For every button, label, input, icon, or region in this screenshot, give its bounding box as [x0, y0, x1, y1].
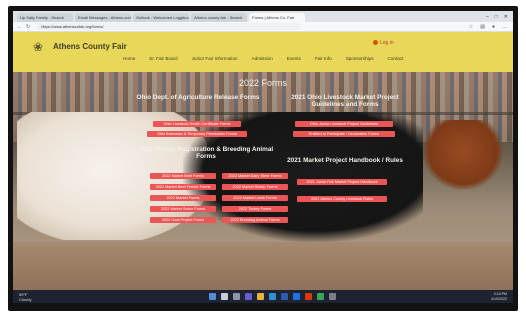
window-controls: – □ ✕: [486, 13, 513, 22]
maximize-icon[interactable]: □: [495, 13, 498, 22]
form-link[interactable]: Entitled to Participate / Declaration Fo…: [293, 131, 395, 137]
form-link[interactable]: 2021 Athens County Livestock Rules: [297, 196, 387, 202]
browser-tab[interactable]: Athens county fair - Search: [191, 13, 247, 22]
screen: Up Sally Family - Search Email Messages …: [13, 11, 513, 303]
system-clock[interactable]: 3:18 PM 4/19/2022: [491, 292, 507, 301]
nav-item-home[interactable]: Home: [123, 56, 135, 61]
login-label: Log in: [380, 40, 394, 46]
page-title: 2022 Forms: [238, 78, 288, 88]
browser-tab-active[interactable]: Forms | Athens Co. Fair: [249, 13, 305, 22]
edge-icon[interactable]: [269, 293, 276, 300]
nav-item-fair-info[interactable]: Fair Info: [315, 56, 332, 61]
file-explorer-icon[interactable]: [257, 293, 264, 300]
form-link[interactable]: 2022 Market Swine Forms: [150, 206, 216, 212]
form-link[interactable]: 2022 Market Beef Feeder Forms: [150, 184, 216, 190]
chat-icon[interactable]: [245, 293, 252, 300]
form-link[interactable]: 2022 Goat Project Forms: [150, 217, 216, 223]
hero-banner: 2022 Forms Ohio Dept. of Agriculture Rel…: [13, 72, 513, 290]
task-view-icon[interactable]: [233, 293, 240, 300]
main-nav: Home Sr. Fair Board Junior Fair Informat…: [123, 56, 403, 61]
windows-taskbar: 59°F Cloudy 3:18 PM 4/19/2022: [13, 290, 513, 303]
nav-item-contact[interactable]: Contact: [388, 56, 404, 61]
form-link[interactable]: 2022 Market Forms: [150, 195, 216, 201]
site-title[interactable]: Athens County Fair: [53, 42, 127, 51]
section-heading-market-registration: 2022 Market Registration & Breeding Anim…: [138, 146, 274, 161]
collections-icon[interactable]: ▤: [480, 24, 485, 30]
section-heading-livestock-guidelines: 2021 Ohio Livestock Market Project Guide…: [291, 94, 399, 109]
taskbar-apps: [209, 293, 336, 300]
form-link[interactable]: Ohio Junior Livestock Project Guidelines: [295, 121, 393, 127]
login-link[interactable]: Log in: [373, 40, 394, 46]
search-icon[interactable]: [221, 293, 228, 300]
form-link[interactable]: 2022 Turkey Forms: [222, 206, 288, 212]
section-heading-oda: Ohio Dept. of Agriculture Release Forms: [136, 94, 260, 101]
start-icon[interactable]: [209, 293, 216, 300]
nav-item-events[interactable]: Events: [287, 56, 301, 61]
weather-desc: Cloudy: [19, 296, 32, 302]
browser-tab[interactable]: Up Sally Family - Search: [17, 13, 73, 22]
back-icon[interactable]: ←: [17, 24, 22, 30]
office-icon[interactable]: [305, 293, 312, 300]
section-heading-handbook: 2021 Market Project Handbook / Rules: [287, 157, 403, 164]
settings-icon[interactable]: [329, 293, 336, 300]
star-icon[interactable]: ☆: [469, 24, 473, 30]
refresh-icon[interactable]: ↻: [26, 24, 30, 30]
form-link[interactable]: 2021 Junior Fair Market Project Handbook: [297, 179, 387, 185]
profile-icon[interactable]: ●: [492, 24, 495, 30]
clock-time: 3:18 PM: [493, 292, 507, 296]
forms-overlay: 2022 Forms Ohio Dept. of Agriculture Rel…: [13, 72, 513, 290]
url-field[interactable]: https://www.athenscofair.org/forms/: [36, 23, 302, 30]
form-link[interactable]: 2022 Market Beef Forms: [150, 173, 216, 179]
nav-item-fair-board[interactable]: Sr. Fair Board: [149, 56, 177, 61]
site-header: ❀ Athens County Fair Log in Home Sr. Fai…: [13, 32, 513, 72]
mail-icon[interactable]: [293, 293, 300, 300]
store-icon[interactable]: [281, 293, 288, 300]
app-icon[interactable]: [317, 293, 324, 300]
form-link[interactable]: Ohio Livestock Health Certificate Forms: [153, 121, 241, 127]
form-link[interactable]: 2022 Breeding Animal Forms: [222, 217, 288, 223]
menu-icon[interactable]: …: [502, 24, 507, 30]
form-link[interactable]: 2022 Market Dairy Steer Forms: [222, 173, 288, 179]
nav-item-admission[interactable]: Admission: [252, 56, 273, 61]
browser-tab-bar: Up Sally Family - Search Email Messages …: [13, 11, 513, 22]
minimize-icon[interactable]: –: [486, 13, 489, 22]
address-bar: ← ↻ https://www.athenscofair.org/forms/ …: [13, 22, 513, 32]
browser-toolbar: ☆ ▤ ● …: [469, 24, 513, 30]
clock-date: 4/19/2022: [491, 296, 507, 301]
browser-tab[interactable]: Outlook - Welcomed Loggibook: [133, 13, 189, 22]
user-icon: [373, 40, 378, 46]
form-link[interactable]: 2022 Market Sheep Forms: [222, 184, 288, 190]
form-link[interactable]: Ohio Extension & Temporary Permission Fo…: [147, 131, 247, 137]
nav-item-junior-fair[interactable]: Junior Fair Information: [192, 56, 238, 61]
nav-item-sponsorships[interactable]: Sponsorships: [346, 56, 374, 61]
fair-logo-icon[interactable]: ❀: [33, 40, 43, 54]
monitor-frame: Up Sally Family - Search Email Messages …: [8, 6, 518, 311]
form-link[interactable]: 2022 Market Lamb Forms: [222, 195, 288, 201]
weather-widget[interactable]: 59°F Cloudy: [19, 292, 31, 302]
browser-tab[interactable]: Email Messages - Athens.com: [75, 13, 131, 22]
close-icon[interactable]: ✕: [504, 13, 508, 22]
